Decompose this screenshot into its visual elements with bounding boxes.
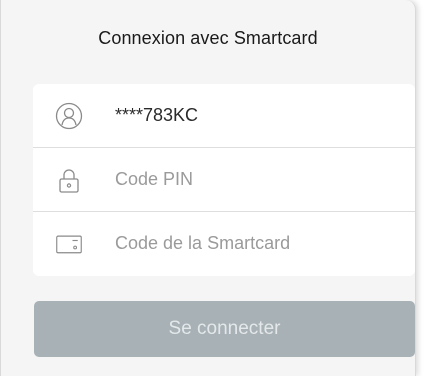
login-panel: Connexion avec Smartcard ****783KC Code … [0,0,416,376]
pin-field[interactable]: Code PIN [33,147,415,211]
smartcard-placeholder: Code de la Smartcard [115,233,291,253]
user-field[interactable]: ****783KC [33,84,415,147]
lock-icon [55,166,83,194]
connect-button[interactable]: Se connecter [34,301,415,357]
login-form: ****783KC Code PIN Code de la Smartcard [33,84,415,276]
pin-placeholder: Code PIN [115,169,194,189]
user-value: ****783KC [115,105,199,125]
card-icon [55,230,83,258]
smartcard-field[interactable]: Code de la Smartcard [33,211,415,275]
dialog-title: Connexion avec Smartcard [98,28,318,48]
user-icon [55,102,83,130]
